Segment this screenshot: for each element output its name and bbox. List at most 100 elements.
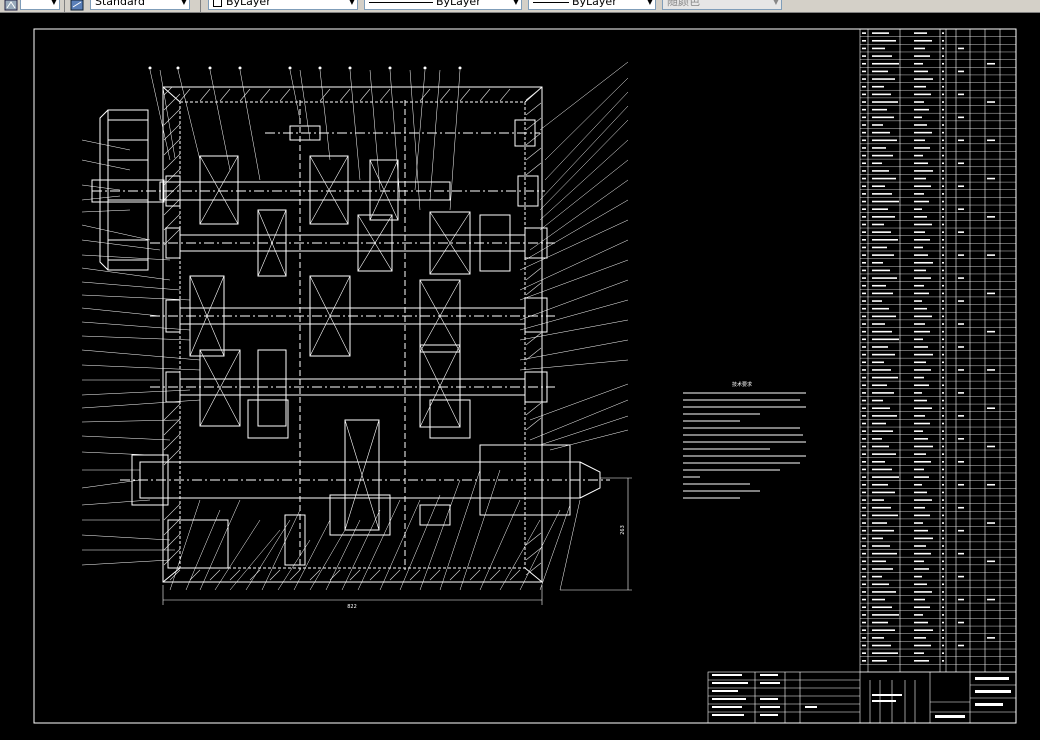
bom-cell-mark [862, 131, 866, 134]
bom-cell-mark [914, 637, 926, 639]
plot-style-select[interactable]: 随颜色 ▼ [662, 0, 782, 10]
bom-cell-mark [872, 438, 882, 440]
bom-cell-mark [914, 216, 927, 218]
bom-cell-mark [958, 185, 964, 188]
bom-cell-mark [914, 660, 929, 662]
bom-cell-mark [942, 430, 944, 432]
bom-cell-mark [914, 193, 924, 195]
bom-cell-mark [914, 254, 928, 256]
bom-cell-mark [862, 537, 866, 540]
bom-cell-mark [914, 177, 926, 180]
bom-cell-text [862, 32, 995, 662]
lineweight-select[interactable]: ByLayer ▼ [528, 0, 656, 10]
bom-cell-mark [942, 407, 944, 410]
bom-cell-mark [862, 483, 866, 486]
gearbox-assembly-view [91, 86, 610, 583]
bom-cell-mark [942, 614, 944, 616]
bom-cell-mark [872, 483, 888, 486]
linetype-select[interactable]: ByLayer ▼ [364, 0, 522, 10]
bom-cell-mark [914, 231, 925, 233]
bom-cell-mark [914, 162, 928, 165]
bom-cell-mark [872, 468, 892, 471]
bom-cell-mark [872, 392, 894, 394]
bom-cell-mark [942, 300, 944, 302]
layer-select[interactable]: ByLayer ▼ [208, 0, 358, 10]
bom-cell-mark [914, 338, 923, 341]
bom-cell-mark [942, 185, 944, 188]
bom-cell-mark [942, 491, 944, 494]
bom-cell-mark [942, 545, 944, 547]
bom-cell-mark [872, 101, 898, 103]
bom-cell-mark [862, 514, 866, 517]
bom-cell-mark [942, 575, 944, 578]
bom-cell-mark [942, 399, 944, 402]
bom-cell-mark [872, 453, 896, 455]
bom-cell-mark [872, 614, 899, 616]
bom-cell-mark [914, 131, 932, 134]
bom-cell-mark [942, 353, 944, 356]
bom-cell-mark [914, 606, 930, 609]
bom-cell-mark [942, 384, 944, 387]
technical-requirements-text-lines [683, 392, 806, 499]
text-style-manager-icon[interactable] [70, 0, 84, 11]
bom-cell-mark [942, 246, 944, 249]
bom-cell-mark [914, 369, 931, 371]
bom-cell-mark [872, 284, 886, 287]
bom-cell-mark [958, 323, 964, 325]
bom-cell-mark [942, 231, 944, 233]
bom-cell-mark [942, 637, 944, 639]
properties-toolbar: ▼ Standard ▼ ByLayer ▼ ByLayer ▼ ByLayer… [0, 0, 1040, 13]
bom-cell-mark [942, 660, 944, 662]
bom-cell-mark [958, 300, 964, 302]
chevron-down-icon: ▼ [180, 0, 187, 6]
bom-cell-mark [872, 216, 895, 218]
text-style-value: Standard [95, 0, 146, 8]
bom-cell-mark [872, 598, 885, 601]
bom-cell-mark [862, 499, 866, 501]
text-style-select[interactable]: Standard ▼ [90, 0, 190, 10]
bom-cell-mark [862, 598, 866, 601]
bom-cell-mark [914, 307, 927, 310]
bom-cell-mark [872, 261, 883, 264]
bom-cell-mark [942, 361, 944, 364]
bom-cell-mark [942, 292, 944, 295]
chevron-down-icon: ▼ [772, 0, 779, 6]
bom-cell-mark [872, 407, 890, 410]
bom-cell-mark [942, 514, 944, 517]
bom-cell-mark [862, 200, 866, 203]
bom-cell-mark [862, 147, 866, 149]
bom-cell-mark [958, 254, 964, 256]
bom-cell-mark [914, 85, 926, 88]
wall-bearings [165, 119, 548, 403]
style-combo-small[interactable]: ▼ [20, 0, 60, 10]
bom-cell-mark [942, 598, 944, 601]
bom-cell-mark [987, 522, 995, 524]
bom-cell-mark [914, 300, 922, 302]
bom-cell-mark [872, 422, 886, 425]
bom-cell-mark [958, 529, 964, 532]
bom-cell-mark [914, 78, 933, 80]
bom-cell-mark [942, 216, 944, 218]
bom-cell-mark [914, 552, 931, 555]
bom-cell-mark [942, 277, 944, 279]
bom-cell-mark [862, 78, 866, 80]
text-style-icon[interactable] [4, 0, 18, 11]
bom-cell-mark [862, 300, 866, 302]
bom-cell-mark [872, 369, 891, 371]
bom-cell-mark [942, 537, 944, 540]
bom-cell-mark [942, 223, 944, 226]
bom-cell-mark [862, 460, 866, 463]
bom-cell-mark [872, 70, 888, 73]
bom-cell-mark [942, 392, 944, 394]
bom-cell-mark [872, 269, 890, 272]
bom-cell-mark [987, 139, 995, 142]
bom-cell-mark [862, 170, 866, 172]
bom-cell-mark [942, 506, 944, 509]
bom-cell-mark [942, 101, 944, 103]
drawing-canvas[interactable]: 822 263 技术要求 [0, 13, 1040, 736]
bom-cell-mark [958, 392, 964, 394]
bom-cell-mark [942, 70, 944, 73]
bom-cell-mark [942, 208, 944, 210]
bom-cell-mark [942, 422, 944, 425]
bom-cell-mark [942, 131, 944, 134]
